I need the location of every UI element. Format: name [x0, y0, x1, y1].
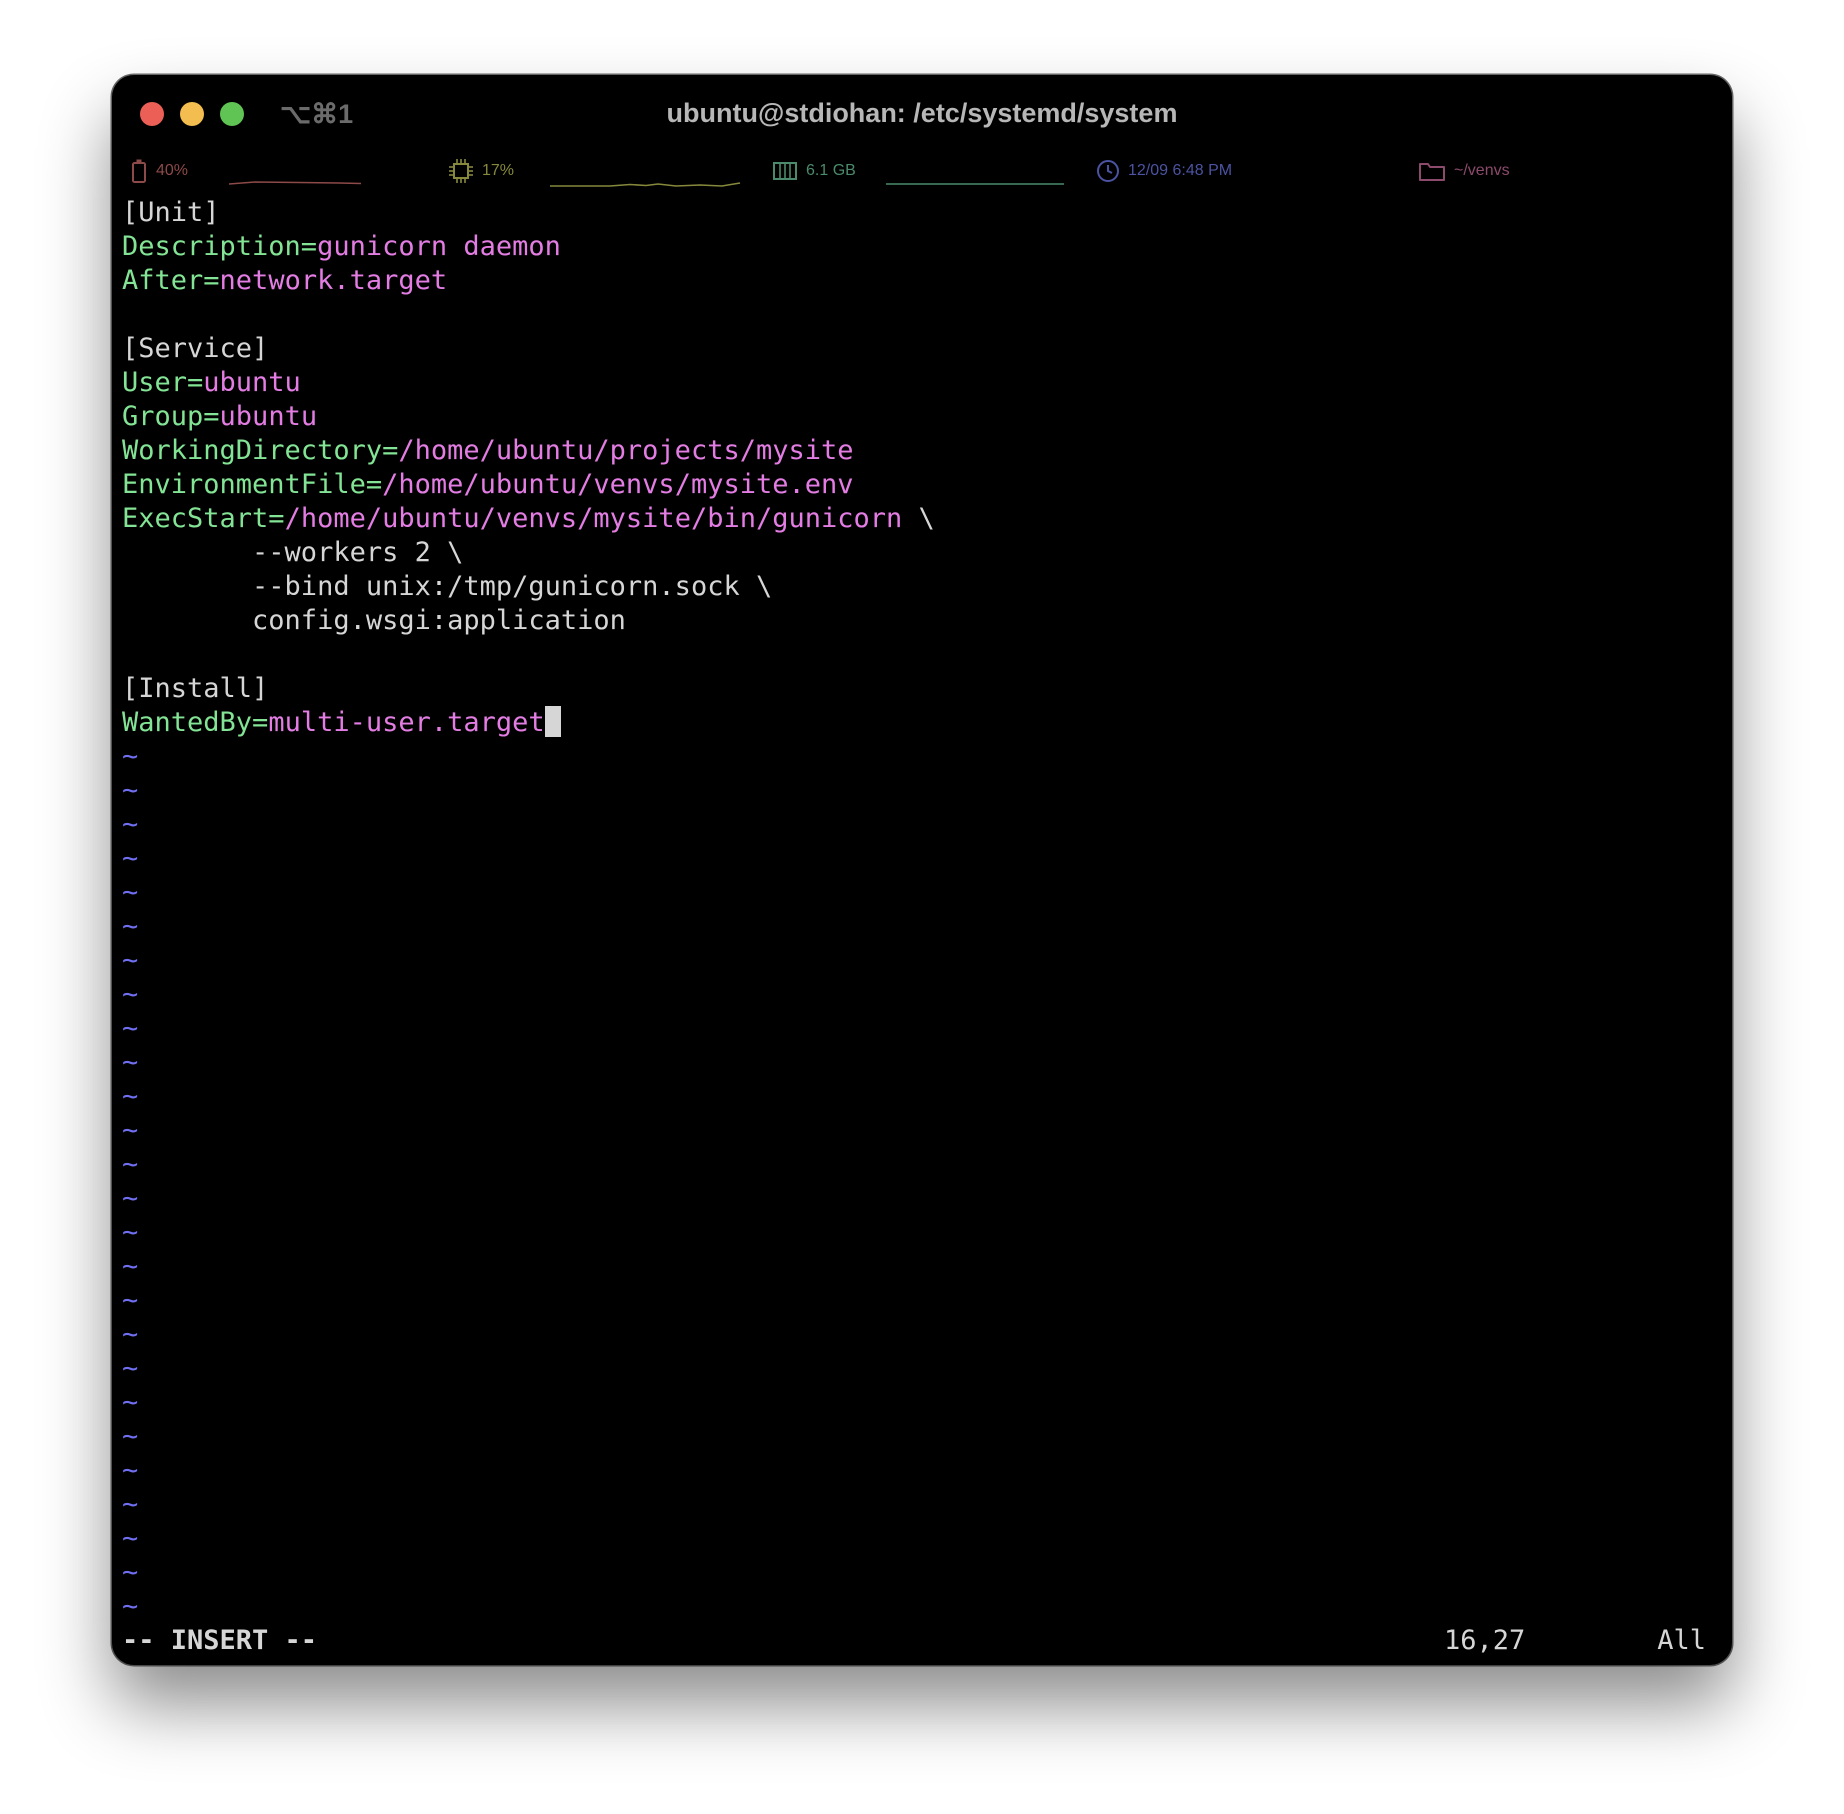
- empty-buffer-tilde: ~: [122, 1387, 139, 1418]
- config-value: /home/ubuntu/projects/mysite: [398, 435, 854, 466]
- directory-status: ~/venvs: [1418, 153, 1510, 189]
- config-key: WorkingDirectory=: [122, 435, 399, 466]
- empty-buffer-tilde: ~: [122, 1183, 139, 1214]
- empty-buffer-tilde: ~: [122, 1319, 139, 1350]
- battery-status: 40%: [130, 153, 188, 189]
- config-key: User=: [122, 367, 204, 398]
- editor-line[interactable]: WantedBy=multi-user.target: [122, 706, 1722, 740]
- vim-mode-indicator: -- INSERT --: [122, 1625, 318, 1656]
- section-header: [Unit]: [122, 197, 220, 228]
- empty-buffer-tilde: ~: [122, 1081, 139, 1112]
- empty-buffer-tilde: ~: [122, 1489, 139, 1520]
- config-key: After=: [122, 265, 220, 296]
- editor-line[interactable]: --bind unix:/tmp/gunicorn.sock \: [122, 570, 1722, 604]
- editor-line[interactable]: [Service]: [122, 332, 1722, 366]
- config-value: multi-user.target: [268, 707, 545, 738]
- blank-line[interactable]: [122, 298, 1722, 332]
- vim-editor-buffer[interactable]: [Unit] Description=gunicorn daemon After=n…: [122, 196, 1722, 1624]
- battery-percent: 40%: [156, 162, 189, 179]
- cpu-icon: [449, 159, 473, 183]
- cursor-position: 16,27: [1444, 1625, 1526, 1656]
- clock-icon: [1097, 160, 1119, 182]
- text-cursor: [544, 706, 561, 737]
- empty-buffer-tilde: ~: [122, 945, 139, 976]
- section-header: [Service]: [122, 333, 269, 364]
- continuation-line-text: --bind unix:/tmp/gunicorn.sock \: [122, 571, 773, 602]
- empty-buffer-tilde: ~: [122, 979, 139, 1010]
- editor-line[interactable]: EnvironmentFile=/home/ubuntu/venvs/mysit…: [122, 468, 1722, 502]
- line-continuation: \: [902, 503, 935, 534]
- empty-buffer-tilde: ~: [122, 843, 139, 874]
- memory-usage: 6.1 GB: [806, 162, 856, 179]
- cpu-status: 17%: [448, 153, 514, 189]
- clock-status: 12/09 6:48 PM: [1096, 153, 1232, 189]
- empty-buffer-tilde: ~: [122, 1115, 139, 1146]
- config-key: ExecStart=: [122, 503, 285, 534]
- empty-buffer-tilde: ~: [122, 1285, 139, 1316]
- editor-line[interactable]: config.wsgi:application: [122, 604, 1722, 638]
- config-key: WantedBy=: [122, 707, 269, 738]
- editor-line[interactable]: --workers 2 \: [122, 536, 1722, 570]
- empty-buffer-tilde: ~: [122, 809, 139, 840]
- empty-buffer-tilde: ~: [122, 741, 139, 772]
- editor-line[interactable]: ExecStart=/home/ubuntu/venvs/mysite/bin/…: [122, 502, 1722, 536]
- clock-time: 12/09 6:48 PM: [1128, 162, 1233, 179]
- empty-buffer-tilde: ~: [122, 1217, 139, 1248]
- config-value: network.target: [219, 265, 448, 296]
- empty-buffer-tilde: ~: [122, 1591, 139, 1622]
- scroll-position: All: [1657, 1625, 1706, 1656]
- editor-line[interactable]: [Install]: [122, 672, 1722, 706]
- empty-buffer-tilde: ~: [122, 1047, 139, 1078]
- empty-buffer-tilde: ~: [122, 877, 139, 908]
- empty-buffer-tilde: ~: [122, 775, 139, 806]
- config-key: Group=: [122, 401, 220, 432]
- empty-buffer-tilde: ~: [122, 1421, 139, 1452]
- editor-line[interactable]: Description=gunicorn daemon: [122, 230, 1722, 264]
- editor-line[interactable]: After=network.target: [122, 264, 1722, 298]
- current-directory: ~/venvs: [1454, 162, 1510, 179]
- empty-buffer-tilde: ~: [122, 1013, 139, 1044]
- terminal-window: ⌥⌘1 ubuntu@stdiohan: /etc/systemd/system…: [112, 75, 1732, 1665]
- editor-line[interactable]: User=ubuntu: [122, 366, 1722, 400]
- config-value: gunicorn daemon: [317, 231, 561, 262]
- editor-line[interactable]: [Unit]: [122, 196, 1722, 230]
- window-title: ubuntu@stdiohan: /etc/systemd/system: [666, 98, 1178, 128]
- empty-buffer-tilde: ~: [122, 1251, 139, 1282]
- empty-buffer-tilde: ~: [122, 1353, 139, 1384]
- continuation-line-text: config.wsgi:application: [122, 605, 626, 636]
- continuation-line-text: --workers 2 \: [122, 537, 464, 568]
- cpu-percent: 17%: [482, 162, 515, 179]
- config-value: /home/ubuntu/venvs/mysite/bin/gunicorn: [284, 503, 903, 534]
- memory-status: 6.1 GB: [772, 153, 856, 189]
- config-key: Description=: [122, 231, 318, 262]
- cpu-sparkline: [550, 182, 741, 187]
- editor-line[interactable]: WorkingDirectory=/home/ubuntu/projects/m…: [122, 434, 1722, 468]
- battery-icon: [132, 159, 146, 183]
- section-header: [Install]: [122, 673, 269, 704]
- config-value: ubuntu: [219, 401, 318, 432]
- config-value: /home/ubuntu/venvs/mysite.env: [382, 469, 854, 500]
- empty-buffer-tilde: ~: [122, 1523, 139, 1554]
- memory-sparkline: [886, 183, 1064, 185]
- vim-modeline: -- INSERT -- 16,27 All: [122, 1624, 1706, 1658]
- memory-icon: [773, 162, 797, 180]
- folder-icon: [1419, 163, 1445, 181]
- battery-sparkline: [229, 181, 362, 185]
- editor-line[interactable]: Group=ubuntu: [122, 400, 1722, 434]
- empty-buffer-tilde: ~: [122, 911, 139, 942]
- empty-buffer-tilde: ~: [122, 1455, 139, 1486]
- title-bar: ⌥⌘1 ubuntu@stdiohan: /etc/systemd/system: [112, 75, 1732, 153]
- empty-buffer-tilde: ~: [122, 1557, 139, 1588]
- empty-buffer-tilde: ~: [122, 1149, 139, 1180]
- blank-line[interactable]: [122, 638, 1722, 672]
- config-key: EnvironmentFile=: [122, 469, 383, 500]
- config-value: ubuntu: [203, 367, 301, 398]
